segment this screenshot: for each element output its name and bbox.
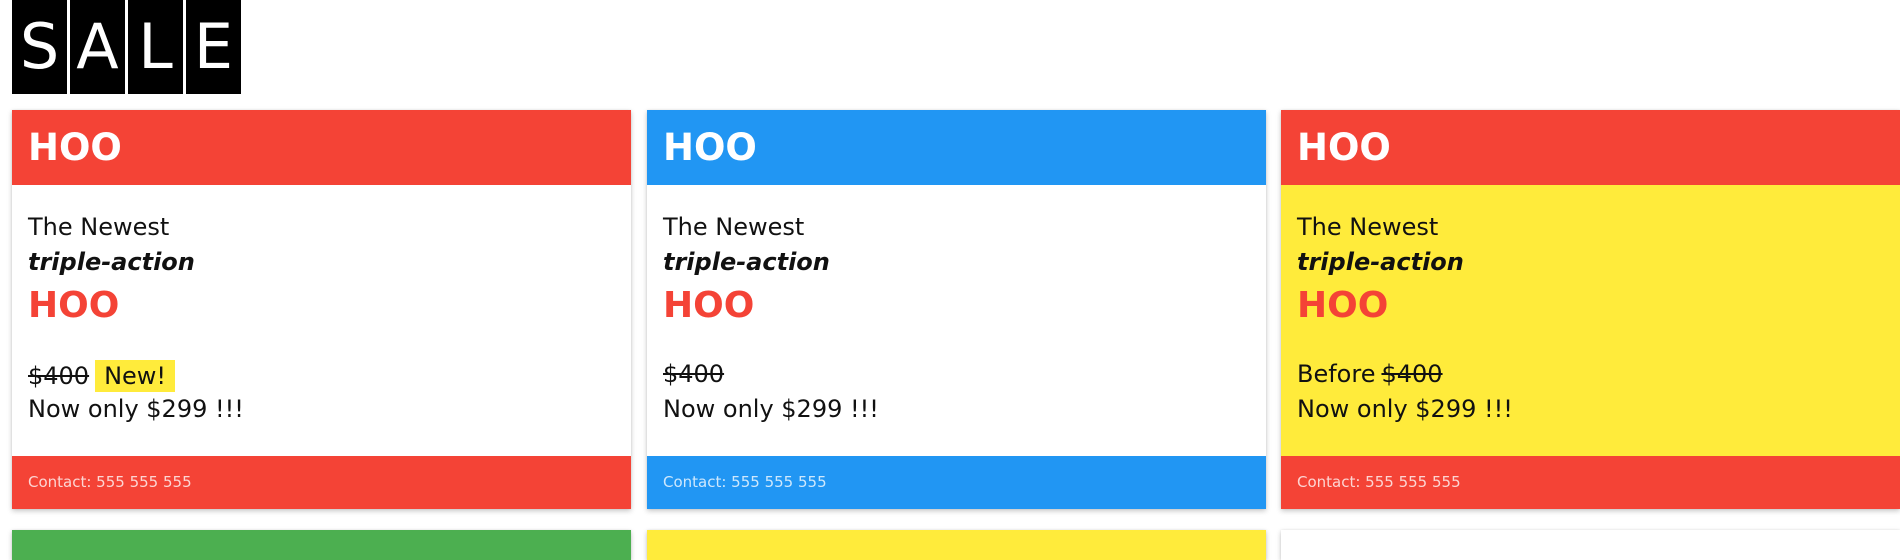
product-name: HOO xyxy=(1297,285,1389,326)
sale-letter: S xyxy=(12,0,67,94)
product-card: HOO The Newest triple-action HOO $400 No… xyxy=(647,110,1266,509)
sale-letter: L xyxy=(128,0,183,94)
card-body: The Newest triple-action HOO $400 New! N… xyxy=(12,185,631,456)
tagline-text: triple-action xyxy=(1297,248,1464,276)
card-header: HOO xyxy=(647,110,1266,185)
newest-text: The Newest xyxy=(1297,213,1439,241)
product-card: HOO The Newest triple-action HOO Before … xyxy=(1281,110,1900,509)
product-card: HOO The Newest triple-action HOO $400 Ne… xyxy=(12,110,631,509)
product-name: HOO xyxy=(28,285,120,326)
newest-text: The Newest xyxy=(663,213,805,241)
tagline-text: triple-action xyxy=(663,248,830,276)
card-header xyxy=(1281,530,1900,560)
now-price: Now only $299 !!! xyxy=(663,395,879,423)
new-badge: New! xyxy=(95,360,176,392)
old-price: $400 xyxy=(663,360,725,388)
card-header xyxy=(647,530,1266,560)
newest-text: The Newest xyxy=(28,213,170,241)
card-footer-contact: Contact: 555 555 555 xyxy=(647,456,1266,509)
sale-letter: E xyxy=(186,0,241,94)
old-price: $400 xyxy=(1381,360,1443,388)
card-header: HOO xyxy=(1281,110,1900,185)
price-row: $400 xyxy=(663,360,724,388)
now-price: Now only $299 !!! xyxy=(1297,395,1513,423)
tagline-text: triple-action xyxy=(28,248,195,276)
card-header: HOO xyxy=(12,110,631,185)
card-header xyxy=(12,530,631,560)
card-body: The Newest triple-action HOO $400 Now on… xyxy=(647,185,1266,456)
product-card-partial xyxy=(1281,530,1900,560)
card-footer-contact: Contact: 555 555 555 xyxy=(12,456,631,509)
now-price: Now only $299 !!! xyxy=(28,395,244,423)
card-footer-contact: Contact: 555 555 555 xyxy=(1281,456,1900,509)
product-card-partial xyxy=(647,530,1266,560)
old-price: $400 xyxy=(28,362,90,390)
price-row: Before $400 xyxy=(1297,360,1443,388)
product-name: HOO xyxy=(663,285,755,326)
price-row: $400 New! xyxy=(28,360,176,392)
before-label: Before xyxy=(1297,360,1376,388)
sale-letter: A xyxy=(70,0,125,94)
card-body: The Newest triple-action HOO Before $400… xyxy=(1281,185,1900,456)
product-card-partial xyxy=(12,530,631,560)
sale-banner: S A L E xyxy=(12,0,241,94)
